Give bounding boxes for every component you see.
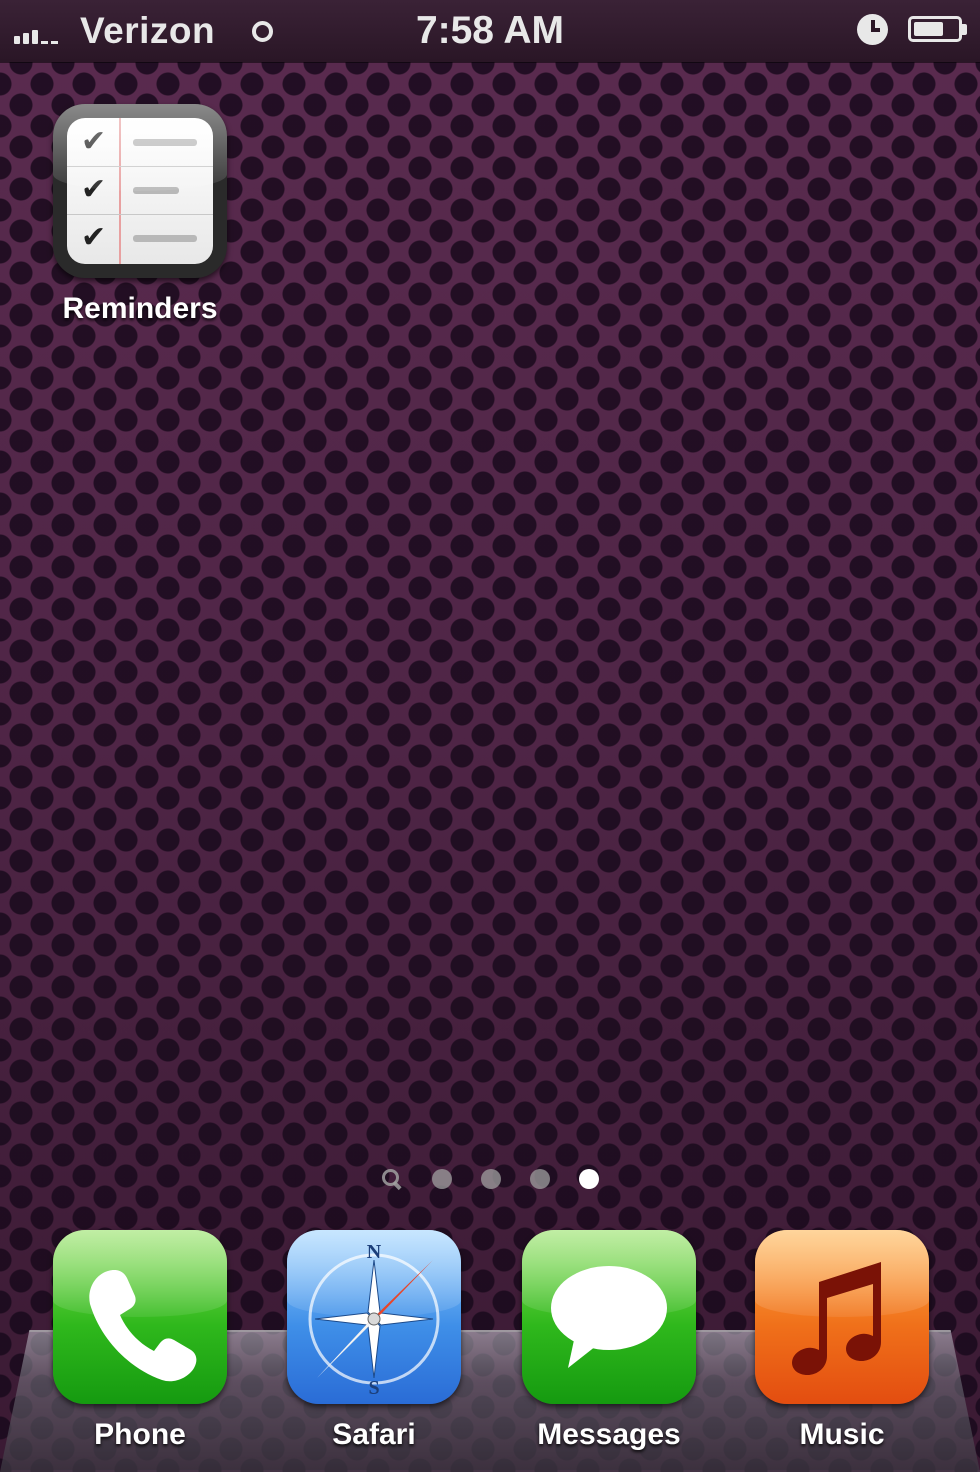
page-dot[interactable] (481, 1169, 501, 1189)
safari-icon[interactable]: N S (287, 1230, 461, 1404)
search-page-icon[interactable] (381, 1168, 403, 1190)
app-label: Reminders (62, 292, 218, 325)
reminders-icon[interactable]: ✔ ✔ ✔ (53, 104, 227, 278)
app-label: Safari (332, 1418, 416, 1451)
dock-app-music[interactable]: Music (752, 1230, 932, 1452)
app-label: Music (799, 1418, 885, 1451)
app-label: Phone (94, 1418, 186, 1451)
messages-icon[interactable] (522, 1230, 696, 1404)
battery-level (914, 22, 943, 36)
phone-icon[interactable] (53, 1230, 227, 1404)
dock-app-messages[interactable]: Messages (519, 1230, 699, 1452)
svg-text:N: N (367, 1241, 382, 1263)
alarm-icon (857, 14, 888, 45)
dock-app-phone[interactable]: Phone (50, 1230, 230, 1452)
page-dot-active[interactable] (579, 1169, 599, 1189)
app-label: Messages (537, 1418, 681, 1451)
status-bar: Verizon 7:58 AM (0, 0, 980, 62)
music-icon[interactable] (755, 1230, 929, 1404)
svg-text:S: S (368, 1377, 379, 1399)
dock-app-safari[interactable]: N S Safari (284, 1230, 464, 1452)
page-dot[interactable] (432, 1169, 452, 1189)
battery-icon (908, 16, 962, 42)
battery-tip (962, 24, 967, 35)
page-indicator[interactable] (0, 1168, 980, 1190)
status-time: 7:58 AM (415, 9, 565, 52)
page-dot[interactable] (530, 1169, 550, 1189)
app-reminders[interactable]: ✔ ✔ ✔ Reminders (50, 104, 230, 326)
